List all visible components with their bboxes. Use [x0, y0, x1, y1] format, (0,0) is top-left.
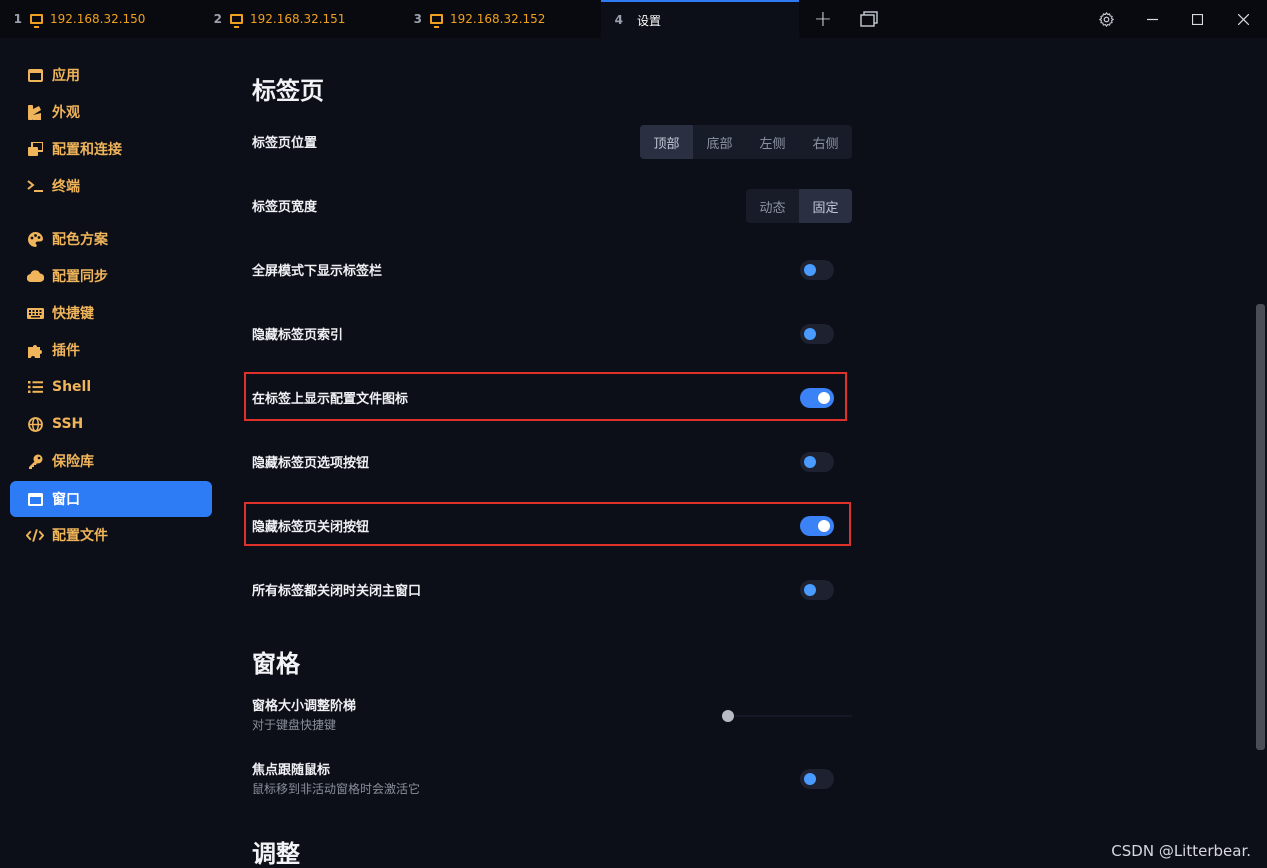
- fullscreen-tabbar-toggle[interactable]: [800, 260, 834, 280]
- keyboard-icon: [26, 304, 44, 322]
- appearance-icon: [26, 103, 44, 121]
- scrollbar[interactable]: [1255, 38, 1267, 868]
- tab-position-option-top[interactable]: 顶部: [640, 125, 693, 159]
- sidebar-item-label: 配色方案: [52, 232, 108, 248]
- list-icon: [26, 378, 44, 396]
- monitor-icon: [30, 14, 43, 28]
- sidebar-item-label: 插件: [52, 343, 80, 359]
- section-title-panes: 窗格: [252, 650, 300, 678]
- sidebar-item-window[interactable]: 窗口: [10, 481, 212, 517]
- tab-position-option-right[interactable]: 右侧: [799, 125, 852, 159]
- app-icon: [26, 66, 44, 84]
- tab-bar: 1 192.168.32.150 2 192.168.32.151 3 192.…: [0, 0, 1267, 38]
- pane-resize-step-slider[interactable]: [722, 709, 852, 723]
- tab-label: 设置: [637, 13, 662, 28]
- sidebar-item-label: 保险库: [52, 454, 94, 470]
- minimize-icon[interactable]: [1129, 0, 1175, 38]
- close-window-label: 所有标签都关闭时关闭主窗口: [252, 584, 422, 599]
- globe-icon: [26, 415, 44, 433]
- profiles-icon: [26, 140, 44, 158]
- sidebar-item-label: 终端: [52, 179, 80, 195]
- tab-3[interactable]: 3 192.168.32.152: [400, 0, 600, 38]
- hide-tab-options-toggle[interactable]: [800, 452, 834, 472]
- hide-tab-index-toggle[interactable]: [800, 324, 834, 344]
- sidebar-item-label: 配置和连接: [52, 142, 122, 158]
- slider-thumb[interactable]: [722, 710, 734, 722]
- sidebar-item-hotkeys[interactable]: 快捷键: [10, 295, 212, 331]
- maximize-icon[interactable]: [1174, 0, 1220, 38]
- tab-2[interactable]: 2 192.168.32.151: [200, 0, 400, 38]
- hide-tab-close-label: 隐藏标签页关闭按钮: [252, 520, 370, 535]
- terminal-icon: [26, 177, 44, 195]
- code-icon: [26, 526, 44, 544]
- tab-label: 192.168.32.150: [50, 12, 146, 26]
- hide-tab-close-toggle[interactable]: [800, 516, 834, 536]
- tab-label: 192.168.32.151: [250, 12, 346, 26]
- close-window-toggle[interactable]: [800, 580, 834, 600]
- sidebar-item-terminal[interactable]: 终端: [10, 168, 212, 204]
- tab-width-selector: 动态 固定: [746, 189, 852, 223]
- sidebar-item-app[interactable]: 应用: [10, 57, 212, 93]
- sidebar-item-label: 快捷键: [52, 306, 94, 322]
- tab-number: 2: [213, 12, 222, 26]
- hide-tab-index-label: 隐藏标签页索引: [252, 328, 344, 343]
- tab-position-label: 标签页位置: [252, 136, 318, 151]
- pane-resize-step-label: 窗格大小调整阶梯: [252, 699, 357, 714]
- sidebar-item-config-sync[interactable]: 配置同步: [10, 258, 212, 294]
- sidebar-item-label: Shell: [52, 379, 92, 395]
- gear-icon[interactable]: [1092, 0, 1120, 38]
- palette-icon: [26, 230, 44, 248]
- cloud-icon: [26, 267, 44, 285]
- sidebar-item-vault[interactable]: 保险库: [10, 443, 212, 479]
- settings-content: 标签页 标签页位置 顶部 底部 左侧 右侧 标签页宽度 动态 固定 全屏模式下显…: [222, 38, 1255, 868]
- sidebar-item-shell[interactable]: Shell: [10, 369, 212, 405]
- tab-number: 4: [614, 13, 623, 27]
- pane-resize-step-description: 对于键盘快捷键: [252, 718, 337, 732]
- tabs-overview-icon[interactable]: [854, 0, 884, 38]
- sidebar-item-label: 配置同步: [52, 269, 108, 285]
- sidebar-item-label: SSH: [52, 416, 84, 432]
- sidebar-item-label: 配置文件: [52, 528, 108, 544]
- tab-position-selector: 顶部 底部 左侧 右侧: [640, 125, 852, 159]
- focus-follows-mouse-label: 焦点跟随鼠标: [252, 763, 331, 778]
- tab-position-option-bottom[interactable]: 底部: [693, 125, 746, 159]
- tab-width-option-fixed[interactable]: 固定: [799, 189, 852, 223]
- sidebar-item-color-scheme[interactable]: 配色方案: [10, 221, 212, 257]
- show-profile-icon-label: 在标签上显示配置文件图标: [252, 392, 409, 407]
- close-icon[interactable]: [1220, 0, 1266, 38]
- show-profile-icon-toggle[interactable]: [800, 388, 834, 408]
- settings-sidebar: 应用 外观 配置和连接 终端 配色方案 配置同步 快捷键 插件 Shell SS…: [0, 38, 222, 868]
- puzzle-icon: [26, 341, 44, 359]
- sidebar-item-ssh[interactable]: SSH: [10, 406, 212, 442]
- tab-number: 3: [413, 12, 422, 26]
- sidebar-item-plugins[interactable]: 插件: [10, 332, 212, 368]
- hide-tab-options-label: 隐藏标签页选项按钮: [252, 456, 370, 471]
- sidebar-item-label: 外观: [52, 105, 80, 121]
- sidebar-item-label: 窗口: [52, 492, 80, 508]
- new-tab-icon[interactable]: +: [808, 0, 838, 38]
- focus-follows-mouse-description: 鼠标移到非活动窗格时会激活它: [252, 782, 421, 796]
- tab-label: 192.168.32.152: [450, 12, 546, 26]
- monitor-icon: [230, 14, 243, 28]
- tab-position-option-left[interactable]: 左侧: [746, 125, 799, 159]
- scrollbar-thumb[interactable]: [1256, 304, 1265, 750]
- section-title-adjust: 调整: [252, 840, 300, 868]
- section-title-tabs: 标签页: [252, 77, 324, 105]
- tab-number: 1: [13, 12, 22, 26]
- tab-settings[interactable]: 4 设置: [601, 0, 799, 38]
- focus-follows-mouse-toggle[interactable]: [800, 769, 834, 789]
- monitor-icon: [430, 14, 443, 28]
- sidebar-item-appearance[interactable]: 外观: [10, 94, 212, 130]
- sidebar-item-label: 应用: [52, 68, 80, 84]
- watermark: CSDN @Litterbear.: [1111, 842, 1251, 860]
- fullscreen-tabbar-label: 全屏模式下显示标签栏: [252, 264, 383, 279]
- sidebar-item-profiles[interactable]: 配置和连接: [10, 131, 212, 167]
- sidebar-item-config-file[interactable]: 配置文件: [10, 517, 212, 553]
- tab-width-option-dynamic[interactable]: 动态: [746, 189, 799, 223]
- key-icon: [26, 452, 44, 470]
- window-icon: [26, 490, 44, 508]
- tab-1[interactable]: 1 192.168.32.150: [0, 0, 200, 38]
- tab-width-label: 标签页宽度: [252, 200, 318, 215]
